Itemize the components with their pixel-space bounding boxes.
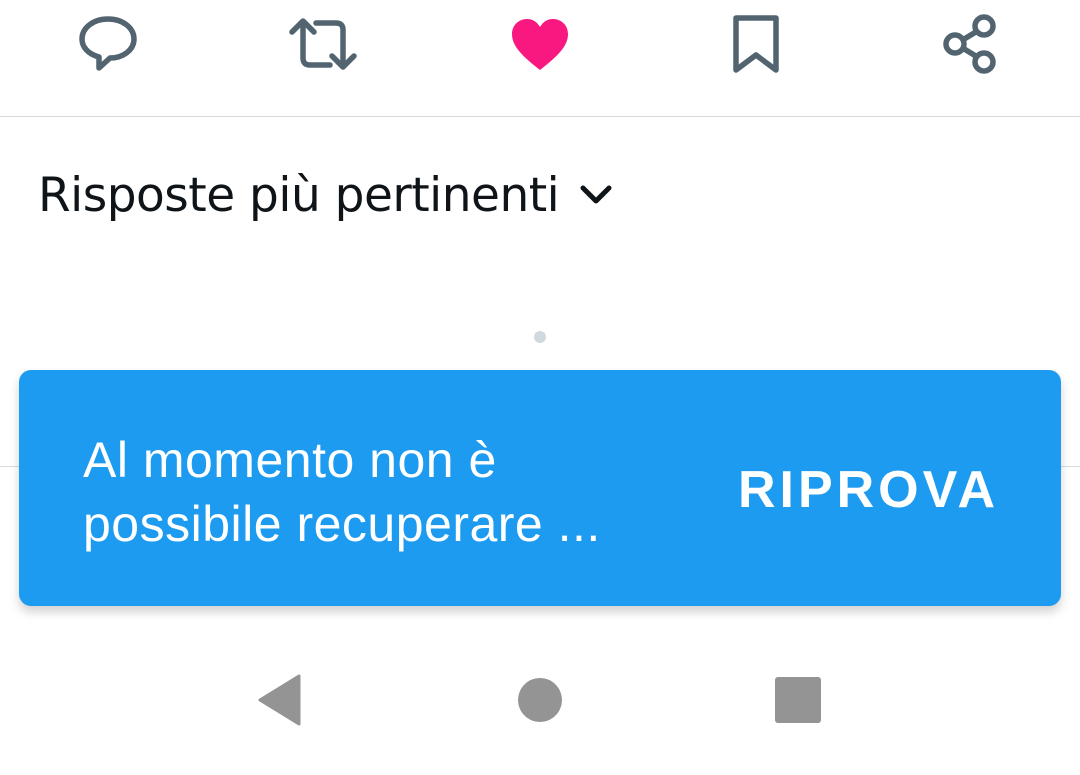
retweet-button[interactable] [283,6,363,82]
bookmark-button[interactable] [716,6,796,82]
recents-square-icon [775,677,821,723]
share-icon [943,14,996,74]
tweet-detail-screen: Risposte più pertinenti Al momento non è… [0,0,1080,775]
like-button[interactable] [500,6,580,82]
snackbar-message: Al momento non è possibile recuperare ..… [83,428,683,556]
nav-recents-button[interactable] [758,665,838,735]
snackbar-message-line2: possibile recuperare ... [83,496,601,552]
reply-sort-selector[interactable]: Risposte più pertinenti [38,160,613,230]
tweet-action-bar [0,0,1080,117]
chevron-down-icon [579,184,613,206]
reply-button[interactable] [68,6,148,82]
nav-back-button[interactable] [240,665,320,735]
retweet-icon [289,18,357,70]
reply-sort-label: Risposte più pertinenti [38,167,560,223]
retry-button[interactable]: RIPROVA [738,458,999,522]
snackbar-message-line1: Al momento non è [83,432,497,488]
home-circle-icon [518,678,562,722]
error-snackbar: Al momento non è possibile recuperare ..… [19,370,1061,606]
loading-indicator [534,331,546,343]
speech-bubble-icon [79,16,137,71]
back-triangle-icon [258,674,301,726]
bookmark-icon [733,15,779,73]
nav-home-button[interactable] [500,665,580,735]
heart-icon [512,19,568,70]
system-navigation-bar [0,625,1080,775]
share-button[interactable] [930,6,1010,82]
